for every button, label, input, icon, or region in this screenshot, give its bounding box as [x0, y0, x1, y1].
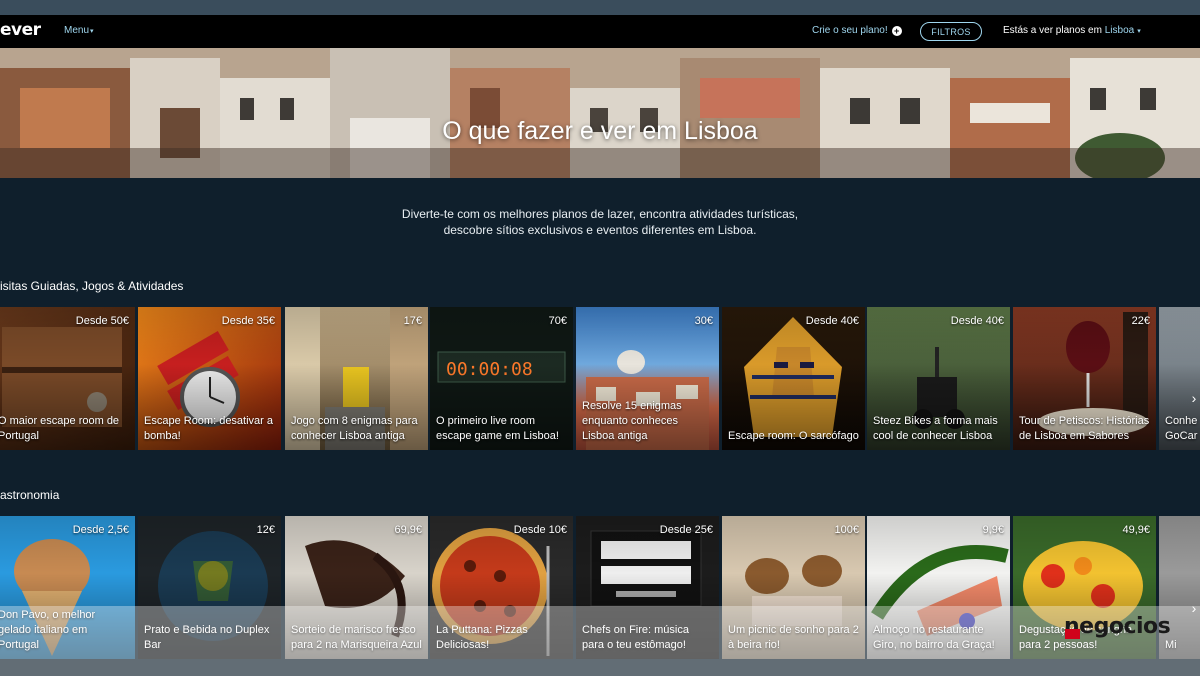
card-price: Desde 35€: [221, 315, 275, 327]
city-prefix: Estás a ver planos em: [1003, 25, 1102, 36]
city-selector[interactable]: Estás a ver planos em Lisboa ▾: [1003, 25, 1141, 36]
card-price: 17€: [403, 315, 422, 327]
city-name[interactable]: Lisboa: [1105, 25, 1134, 36]
card-title: O primeiro live room escape game em Lisb…: [436, 415, 559, 442]
card-gocar-partial[interactable]: Conhe GoCar: [1159, 307, 1200, 450]
card-price: Desde 10€: [513, 524, 567, 536]
card-steez-bikes[interactable]: Desde 40€ Steez Bikes a forma mais cool …: [867, 307, 1010, 450]
card-price: Desde 25€: [659, 524, 713, 536]
card-price: Desde 50€: [75, 315, 129, 327]
create-plan-label: Crie o seu plano!: [812, 25, 888, 36]
card-price: Desde 40€: [805, 315, 859, 327]
card-lisbon-riddles[interactable]: 17€ Jogo com 8 enigmas para conhecer Lis…: [285, 307, 428, 450]
card-title: Conhe GoCar: [1165, 415, 1198, 442]
card-title: O maior escape room de Portugal: [0, 415, 120, 442]
intro-text: Diverte-te com os melhores planos de laz…: [401, 207, 799, 237]
card-escape-room-bomb[interactable]: Desde 35€ Escape Room: desativar a bomba…: [138, 307, 281, 450]
card-title: Tour de Petiscos: Histórias de Lisboa em…: [1019, 415, 1150, 442]
section-title-guided-tours: isitas Guiadas, Jogos & Atividades: [0, 279, 184, 293]
hero-banner: O que fazer e ver em Lisboa: [0, 48, 1200, 178]
card-live-room-escape[interactable]: 00:00:08 70€ O primeiro live room escape…: [430, 307, 573, 450]
menu-label: Menu: [64, 25, 90, 36]
ever-logo[interactable]: ever: [0, 20, 41, 40]
top-navbar: ever Menu▾ Crie o seu plano! + FILTROS E…: [0, 15, 1200, 48]
card-price: 69,9€: [394, 524, 422, 536]
card-price: 12€: [256, 524, 275, 536]
card-price: 22€: [1131, 315, 1150, 327]
browser-top-strip: [0, 0, 1200, 15]
card-escape-sarcophagus[interactable]: Desde 40€ Escape room: O sarcófago: [722, 307, 865, 450]
card-title: Jogo com 8 enigmas para conhecer Lisboa …: [291, 415, 418, 442]
watermark-band: [0, 606, 1200, 676]
card-price: 9,9€: [982, 524, 1004, 536]
card-escape-room-portugal[interactable]: Desde 50€ O maior escape room de Portuga…: [0, 307, 135, 450]
card-tour-petiscos[interactable]: 22€ Tour de Petiscos: Histórias de Lisbo…: [1013, 307, 1156, 450]
lisbon-rooftops-image: [0, 48, 1200, 178]
plus-circle-icon: +: [891, 25, 902, 36]
page-title: O que fazer e ver em Lisboa: [442, 117, 758, 145]
card-price: 30€: [694, 315, 713, 327]
card-price: Desde 2,5€: [72, 524, 129, 536]
card-price: 49,9€: [1122, 524, 1150, 536]
card-lisbon-enigmas[interactable]: 30€ Resolve 15 enigmas enquanto conheces…: [576, 307, 719, 450]
card-title: Escape Room: desativar a bomba!: [144, 415, 274, 442]
card-title: Steez Bikes a forma mais cool de conhece…: [873, 415, 998, 442]
card-price: Desde 40€: [950, 315, 1004, 327]
section-title-gastronomy: astronomia: [0, 488, 60, 502]
filters-button[interactable]: FILTROS: [920, 22, 982, 41]
caret-down-icon: ▾: [90, 28, 94, 35]
card-title: Escape room: O sarcófago: [728, 430, 859, 442]
chevron-right-icon[interactable]: ›: [1188, 388, 1200, 408]
card-price: 100€: [834, 524, 859, 536]
create-plan-link[interactable]: Crie o seu plano! +: [812, 25, 902, 36]
negocios-red-mark: [1065, 629, 1080, 639]
caret-down-icon: ▾: [1137, 28, 1141, 35]
negocios-watermark-logo: negocios: [1064, 614, 1171, 639]
menu-dropdown[interactable]: Menu▾: [64, 25, 94, 36]
card-title: Resolve 15 enigmas enquanto conheces Lis…: [582, 400, 682, 442]
card-price: 70€: [548, 315, 567, 327]
